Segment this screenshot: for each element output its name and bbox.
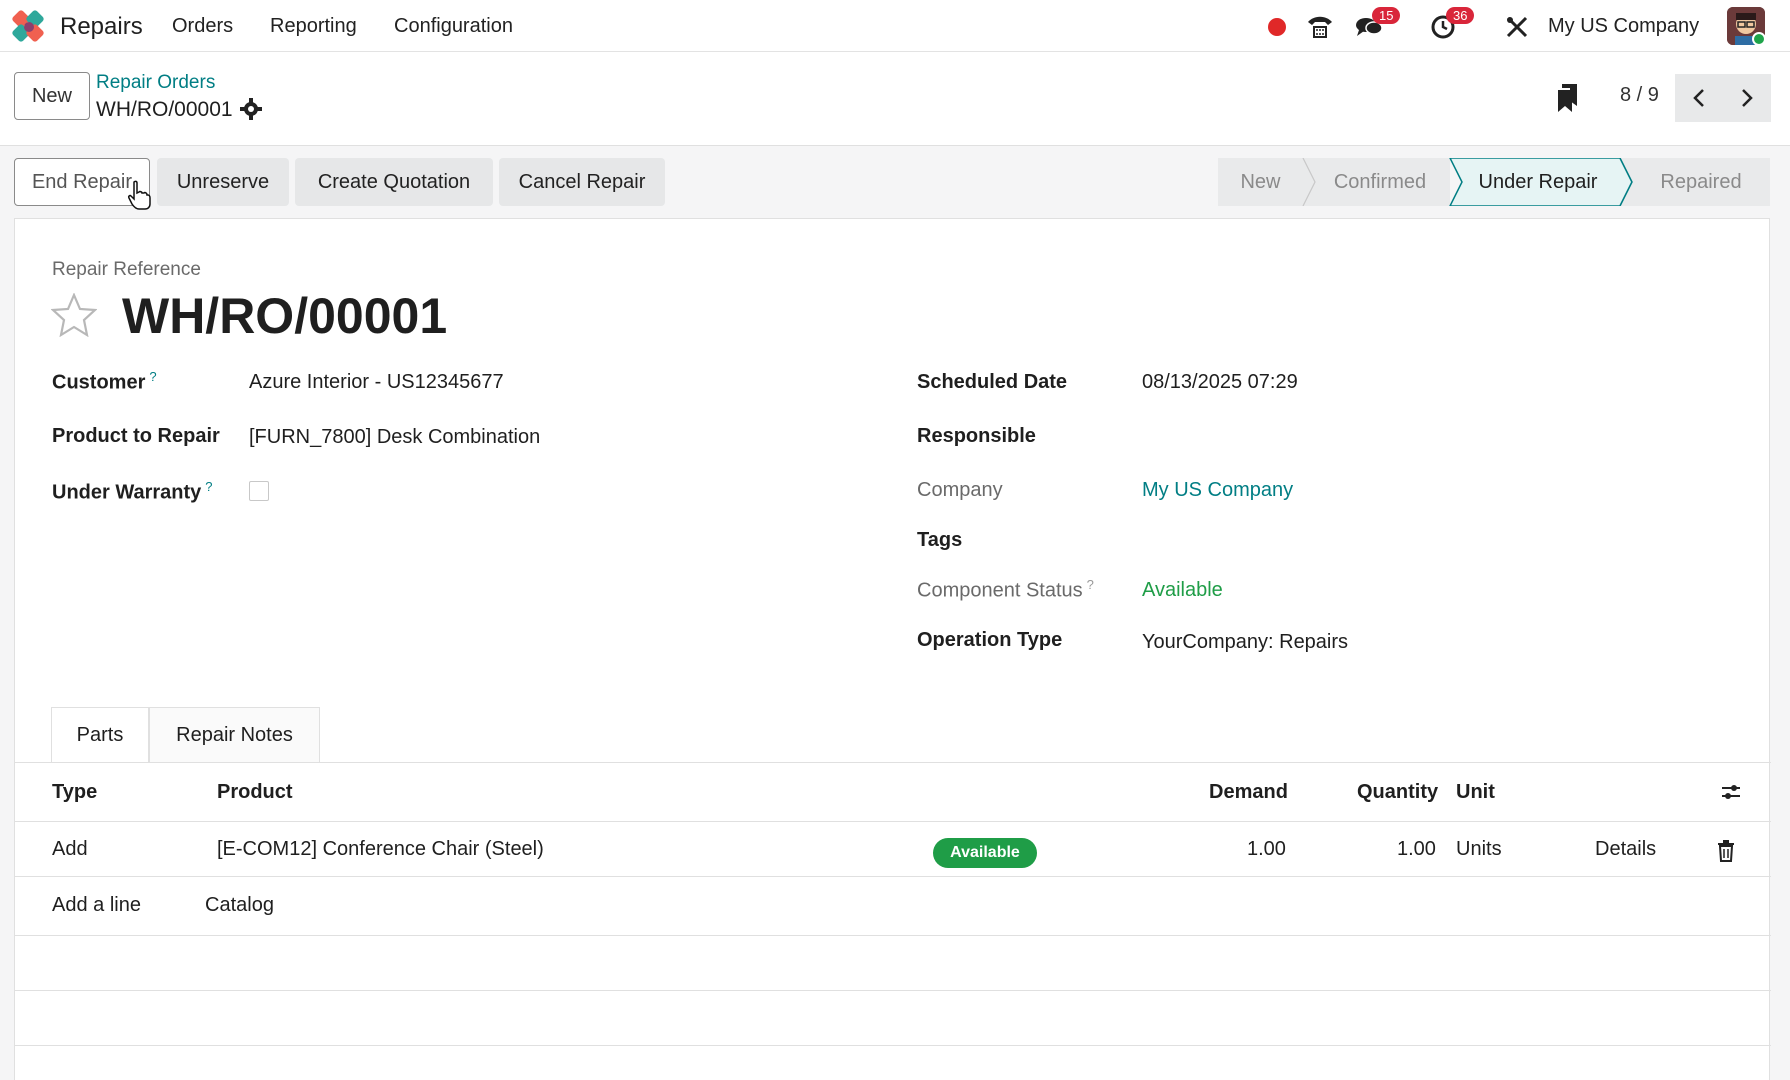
breadcrumb-current-record: WH/RO/00001 xyxy=(96,98,233,121)
tags-label: Tags xyxy=(917,529,963,551)
debug-tools-icon[interactable] xyxy=(1502,12,1532,42)
app-name[interactable]: Repairs xyxy=(60,13,143,41)
cancel-repair-button[interactable]: Cancel Repair xyxy=(499,158,665,206)
menu-reporting[interactable]: Reporting xyxy=(270,15,357,38)
responsible-label: Responsible xyxy=(917,425,1036,447)
catalog-link[interactable]: Catalog xyxy=(205,894,274,917)
tab-repair-notes[interactable]: Repair Notes xyxy=(149,707,320,763)
row-demand[interactable]: 1.00 xyxy=(1247,838,1286,861)
customer-field[interactable]: Azure Interior - US12345677 xyxy=(249,371,504,394)
help-icon[interactable]: ? xyxy=(149,369,156,384)
bookmark-icon[interactable] xyxy=(1557,84,1579,112)
pager-next-button[interactable] xyxy=(1723,74,1771,122)
stage-confirmed[interactable]: Confirmed xyxy=(1310,158,1450,206)
component-status-field: Available xyxy=(1142,579,1223,601)
under-warranty-label: Under Warranty? xyxy=(52,479,213,504)
column-unit-header[interactable]: Unit xyxy=(1456,781,1495,804)
column-type-header[interactable]: Type xyxy=(52,781,97,804)
row-type[interactable]: Add xyxy=(52,838,88,861)
trash-icon[interactable] xyxy=(1717,840,1735,862)
column-product-header[interactable]: Product xyxy=(217,781,293,804)
tab-parts[interactable]: Parts xyxy=(51,707,149,763)
optional-columns-icon[interactable] xyxy=(1720,781,1742,803)
product-to-repair-field[interactable]: [FURN_7800] Desk Combination xyxy=(249,426,540,449)
scheduled-date-field[interactable]: 08/13/2025 07:29 xyxy=(1142,371,1298,394)
help-icon[interactable]: ? xyxy=(205,479,212,494)
create-quotation-button[interactable]: Create Quotation xyxy=(295,158,493,206)
control-panel: New Repair Orders WH/RO/00001 8 / 9 xyxy=(0,52,1790,146)
customer-label: Customer? xyxy=(52,369,157,394)
activities-clock-icon[interactable]: 36 xyxy=(1428,7,1475,42)
cancel-repair-label: Cancel Repair xyxy=(518,170,646,193)
row-product[interactable]: [E-COM12] Conference Chair (Steel) xyxy=(217,838,544,861)
empty-row-divider xyxy=(15,990,1771,991)
availability-badge: Available xyxy=(933,838,1037,868)
stage-repaired[interactable]: Repaired xyxy=(1632,158,1770,206)
row-divider xyxy=(15,876,1771,877)
operation-type-label: Operation Type xyxy=(917,629,1063,651)
breadcrumb-repair-orders[interactable]: Repair Orders xyxy=(96,72,215,94)
row-details-link[interactable]: Details xyxy=(1595,838,1656,861)
scheduled-date-label: Scheduled Date xyxy=(917,371,1068,393)
unreserve-button[interactable]: Unreserve xyxy=(157,158,289,206)
menu-orders[interactable]: Orders xyxy=(172,15,233,38)
tabs-divider xyxy=(15,762,1771,763)
mouse-cursor-icon xyxy=(128,180,151,210)
repairs-app-logo[interactable] xyxy=(12,10,46,44)
stage-under-repair[interactable]: Under Repair xyxy=(1458,158,1618,206)
add-a-line-link[interactable]: Add a line xyxy=(52,894,141,917)
record-icon[interactable] xyxy=(1262,12,1292,42)
messages-icon[interactable]: 15 xyxy=(1354,7,1401,42)
messages-count-badge: 15 xyxy=(1372,7,1401,24)
phone-icon[interactable] xyxy=(1305,12,1335,42)
responsible-field[interactable] xyxy=(1142,425,1442,449)
column-demand-header[interactable]: Demand xyxy=(1209,781,1288,804)
new-button[interactable]: New xyxy=(14,72,90,120)
activities-count-badge: 36 xyxy=(1446,7,1475,24)
company-label: Company xyxy=(917,479,1003,501)
help-icon[interactable]: ? xyxy=(1087,577,1094,592)
repair-reference-label: Repair Reference xyxy=(52,259,201,280)
notebook-tabs: Parts Repair Notes xyxy=(51,707,320,763)
end-repair-label: End Repair xyxy=(31,170,133,193)
pager-value[interactable]: 8 / 9 xyxy=(1620,84,1659,107)
row-unit[interactable]: Units xyxy=(1456,838,1502,861)
product-to-repair-label: Product to Repair xyxy=(52,425,220,447)
unreserve-label: Unreserve xyxy=(176,170,270,193)
empty-row-divider xyxy=(15,1045,1771,1046)
pager-previous-button[interactable] xyxy=(1675,74,1723,122)
column-quantity-header[interactable]: Quantity xyxy=(1357,781,1438,804)
gear-icon[interactable] xyxy=(240,98,262,120)
component-status-label: Component Status? xyxy=(917,577,1094,602)
stage-new[interactable]: New xyxy=(1218,158,1303,206)
menu-configuration[interactable]: Configuration xyxy=(394,15,513,38)
star-icon[interactable] xyxy=(51,293,97,337)
empty-row-divider xyxy=(15,935,1771,936)
tags-field[interactable] xyxy=(1142,529,1442,553)
chevron-left-icon xyxy=(1693,89,1704,107)
table-header-divider xyxy=(15,821,1771,822)
company-field[interactable]: My US Company xyxy=(1142,479,1293,502)
under-warranty-checkbox[interactable] xyxy=(249,481,269,501)
record-title[interactable]: WH/RO/00001 xyxy=(122,287,447,345)
top-navbar: Repairs Orders Reporting Configuration 1… xyxy=(0,0,1790,52)
form-sheet: Repair Reference WH/RO/00001 Customer? A… xyxy=(14,218,1771,1080)
operation-type-field[interactable]: YourCompany: Repairs xyxy=(1142,631,1348,654)
row-quantity[interactable]: 1.00 xyxy=(1397,838,1436,861)
chevron-right-icon xyxy=(1742,89,1753,107)
online-status-dot xyxy=(1752,32,1766,46)
company-switcher[interactable]: My US Company xyxy=(1548,15,1699,38)
create-quotation-label: Create Quotation xyxy=(317,170,471,193)
